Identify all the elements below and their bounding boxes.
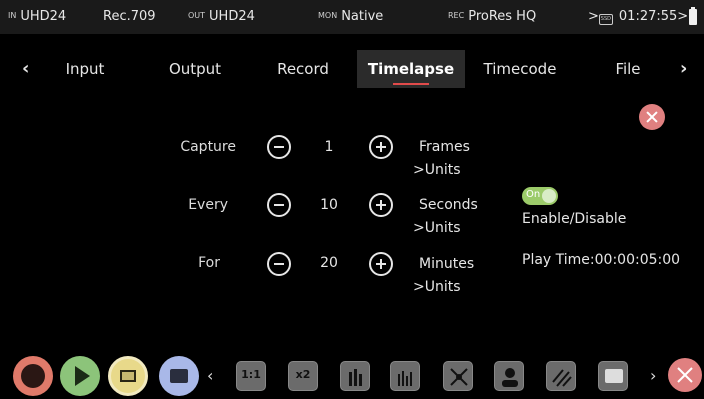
monitor-mode: Native	[341, 9, 384, 24]
for-units-link[interactable]: >Units	[413, 279, 461, 295]
every-value: 10	[320, 197, 338, 213]
capture-unit: Frames	[419, 139, 470, 155]
play-time: Play Time:00:00:05:00	[522, 252, 681, 268]
zebra-button[interactable]	[546, 361, 576, 391]
close-toolbar-button[interactable]	[668, 358, 702, 392]
person-icon	[502, 368, 518, 387]
for-value: 20	[320, 255, 338, 271]
toolbar-prev-chevron-icon[interactable]: ‹	[207, 366, 213, 385]
tab-timecode[interactable]: Timecode	[478, 50, 562, 88]
record-status[interactable]: REC ProRes HQ	[448, 9, 536, 24]
battery-icon	[689, 7, 697, 25]
capture-value: 1	[324, 139, 334, 155]
waveform-icon	[398, 371, 412, 386]
timecode-status[interactable]: > SSD 01:27:55>	[588, 9, 688, 25]
menu-tabs: Input Output Record Timelapse Timecode F…	[0, 50, 704, 90]
timecode-value: 01:27:55	[618, 9, 678, 24]
histogram-icon	[349, 369, 362, 386]
close-icon	[677, 367, 693, 383]
status-bar: IN UHD24 Rec.709 OUT UHD24 MON Native REC Pr…	[0, 0, 704, 34]
every-minus-icon[interactable]	[267, 193, 291, 217]
output-format: UHD24	[209, 9, 255, 24]
frame-guides-icon	[605, 369, 623, 383]
play-button[interactable]	[60, 356, 100, 396]
for-plus-icon[interactable]	[369, 252, 393, 276]
enable-toggle[interactable]: On	[522, 187, 558, 205]
layers-icon	[170, 369, 188, 383]
chevron-right-icon: >	[677, 9, 689, 24]
every-label: Every	[188, 197, 228, 213]
input-format: UHD24	[20, 9, 67, 24]
capture-label: Capture	[180, 139, 236, 155]
play-icon	[75, 366, 90, 386]
zoom-2x-icon: x2	[295, 368, 311, 381]
tab-output[interactable]: Output	[160, 50, 230, 88]
histogram-button[interactable]	[340, 361, 370, 391]
zoom-1-1-button[interactable]: 1:1	[236, 361, 266, 391]
vectorscope-icon	[450, 368, 468, 386]
tab-input[interactable]: Input	[50, 50, 120, 88]
every-units-link[interactable]: >Units	[413, 220, 461, 236]
ssd-icon: SSD	[598, 14, 613, 25]
for-unit: Minutes	[419, 256, 475, 272]
record-icon	[21, 364, 45, 388]
toggle-state-label: On	[526, 189, 541, 200]
frame-guides-button[interactable]	[598, 361, 628, 391]
overlay-button[interactable]	[159, 356, 199, 396]
zoom-1-1-icon: 1:1	[241, 368, 261, 381]
monitor-icon	[120, 370, 136, 382]
false-color-button[interactable]	[494, 361, 524, 391]
vectorscope-button[interactable]	[443, 361, 473, 391]
for-minus-icon[interactable]	[267, 252, 291, 276]
tab-timelapse[interactable]: Timelapse	[357, 50, 465, 88]
capture-minus-icon[interactable]	[267, 135, 291, 159]
close-icon[interactable]	[639, 104, 665, 130]
toolbar-next-chevron-icon[interactable]: ›	[650, 366, 656, 385]
every-plus-icon[interactable]	[369, 193, 393, 217]
tab-record[interactable]: Record	[266, 50, 340, 88]
monitor-mode-button[interactable]	[108, 356, 148, 396]
for-label: For	[198, 255, 220, 271]
colorspace-status[interactable]: Rec.709	[103, 9, 156, 24]
tab-next-chevron-icon[interactable]: ›	[680, 58, 687, 79]
zoom-2x-button[interactable]: x2	[288, 361, 318, 391]
zebra-icon	[552, 369, 572, 387]
every-unit: Seconds	[419, 197, 478, 213]
chevron-right-icon: >	[588, 9, 599, 24]
input-status[interactable]: IN UHD24	[8, 9, 66, 24]
capture-plus-icon[interactable]	[369, 135, 393, 159]
monitor-status[interactable]: MON Native	[318, 9, 383, 24]
record-codec: ProRes HQ	[468, 9, 537, 24]
output-status[interactable]: OUT UHD24	[188, 9, 255, 24]
tab-file[interactable]: File	[600, 50, 656, 88]
enable-disable-label: Enable/Disable	[522, 211, 627, 227]
toggle-knob	[542, 189, 556, 203]
record-button[interactable]	[13, 356, 53, 396]
capture-units-link[interactable]: >Units	[413, 162, 461, 178]
waveform-button[interactable]	[390, 361, 420, 391]
